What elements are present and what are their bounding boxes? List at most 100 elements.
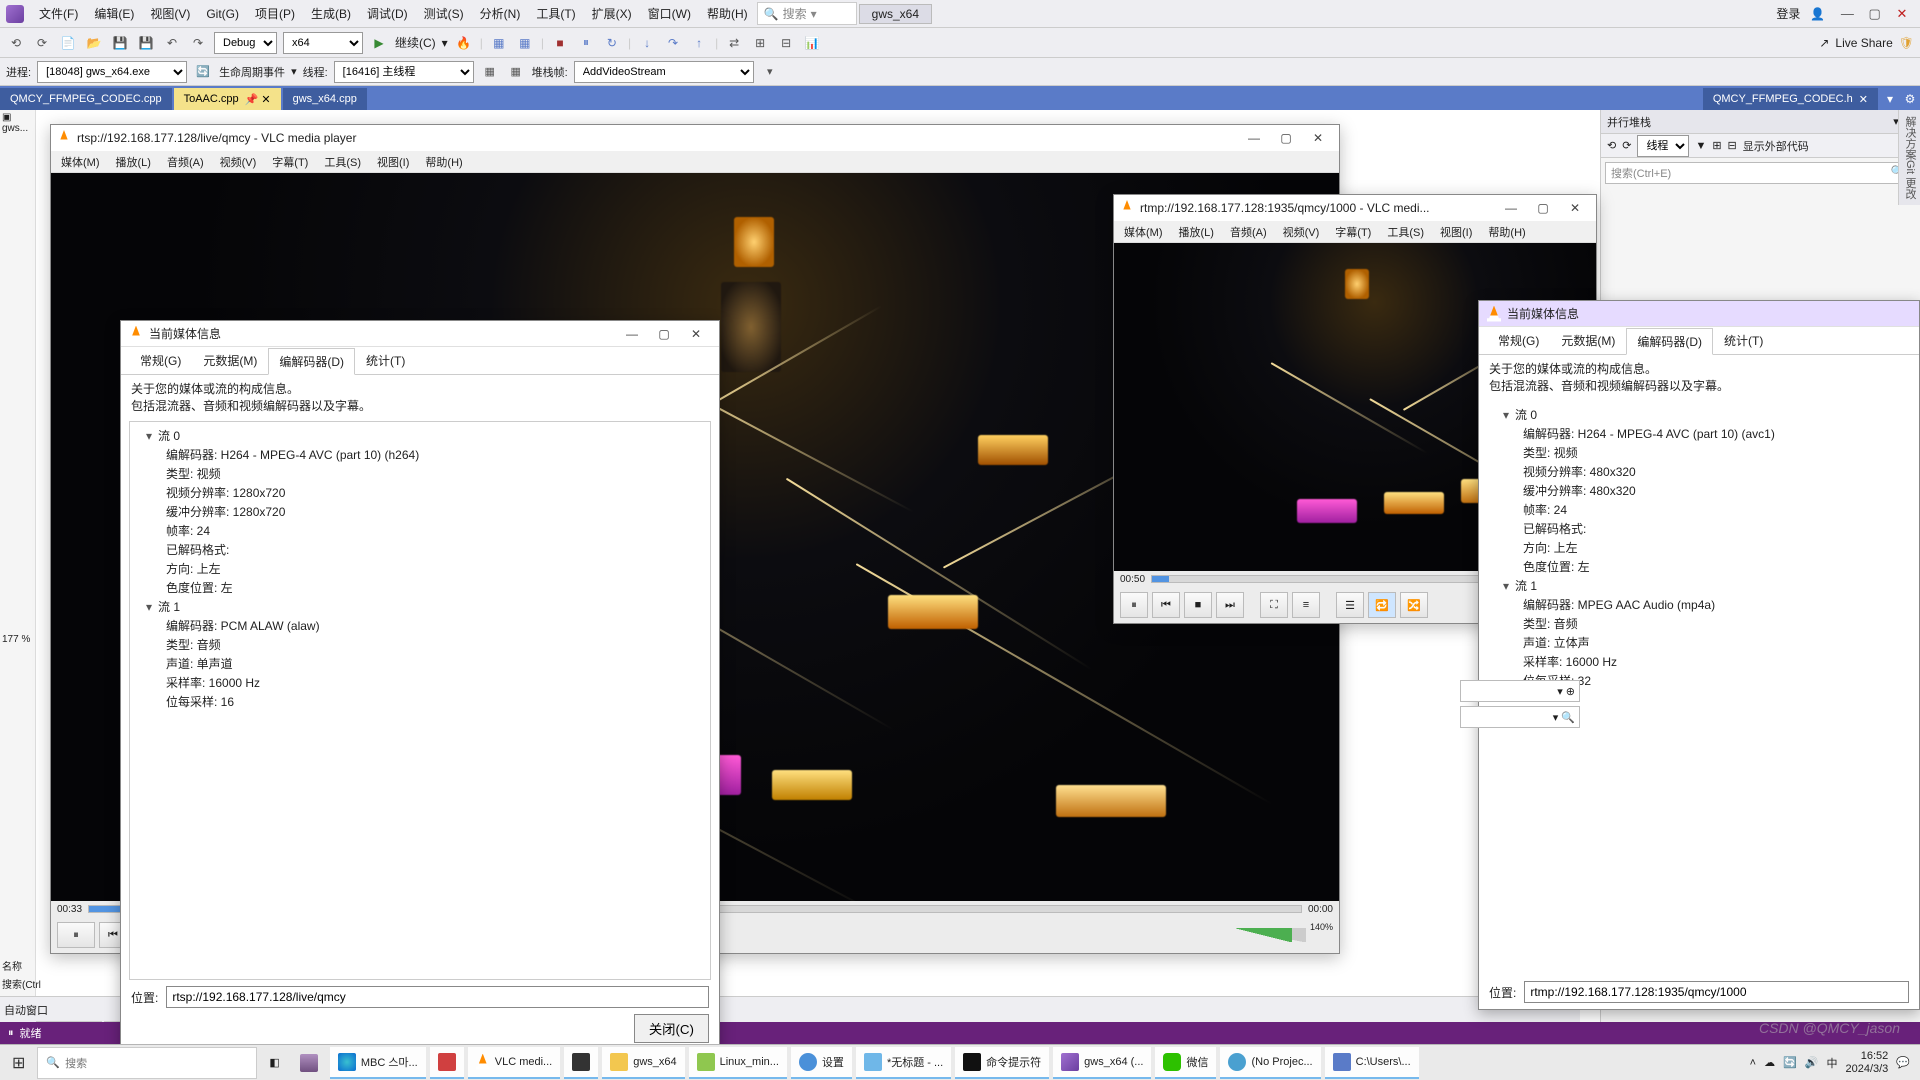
vlc-menu-playback[interactable]: 播放(L) [110, 152, 157, 172]
tab-codec-h[interactable]: QMCY_FFMPEG_CODEC.h✕ [1703, 88, 1878, 110]
dropdown-2[interactable]: ▾ 🔍 [1460, 706, 1580, 728]
tab-general[interactable]: 常规(G) [129, 347, 192, 374]
pause-button[interactable]: ⏸ [1120, 592, 1148, 618]
tray-ime-icon[interactable]: 中 [1826, 1055, 1837, 1071]
tb2-icon-3[interactable]: ▾ [760, 62, 780, 82]
task-view-button[interactable]: ◧ [261, 1047, 287, 1079]
save-all-icon[interactable]: 💾 [136, 33, 156, 53]
locals-search[interactable]: 搜索(Ctrl [0, 974, 46, 996]
tb-notepad[interactable]: *无标题 - ... [856, 1047, 951, 1079]
taskbar-search[interactable]: 🔍搜索 [37, 1047, 257, 1079]
nav-back-icon[interactable]: ⟲ [6, 33, 26, 53]
login-link[interactable]: 登录 [1776, 5, 1800, 22]
lifecycle-icon[interactable]: 🔄 [193, 62, 213, 82]
tray-notifications-icon[interactable]: 💬 [1896, 1056, 1910, 1069]
maximize-button[interactable]: ▢ [1271, 131, 1301, 145]
restart-button[interactable]: ↻ [602, 33, 622, 53]
tb-notepadpp[interactable]: Linux_min... [689, 1047, 787, 1079]
ext-settings-button[interactable]: ≡ [1292, 592, 1320, 618]
rp-mode-select[interactable]: 线程 [1637, 135, 1689, 157]
live-share[interactable]: Live Share [1835, 36, 1892, 50]
vlc-menu-video[interactable]: 视频(V) [1277, 222, 1326, 242]
rp-search[interactable]: 搜索(Ctrl+E)🔍▾ [1605, 162, 1916, 184]
vlc-menu-tools[interactable]: 工具(S) [1381, 222, 1430, 242]
continue-label[interactable]: 继续(C) [395, 34, 436, 51]
menu-file[interactable]: 文件(F) [32, 2, 85, 25]
tab-metadata[interactable]: 元数据(M) [192, 347, 268, 374]
tb-settings[interactable]: 设置 [791, 1047, 852, 1079]
volume-slider[interactable] [1236, 928, 1306, 942]
pause-button[interactable]: ⏸ [57, 922, 95, 948]
vs-search[interactable]: 🔍搜索▾ [757, 2, 857, 25]
dlg1-codec-tree[interactable]: ▾流 0 编解码器: H264 - MPEG-4 AVC (part 10) (… [129, 421, 711, 980]
rp-icon-1[interactable]: ⟲ [1607, 139, 1616, 152]
tab-settings-icon[interactable]: ⚙ [1900, 89, 1920, 109]
menu-project[interactable]: 项目(P) [248, 2, 302, 25]
tray-sync-icon[interactable]: 🔄 [1783, 1056, 1797, 1069]
shuffle-button[interactable]: 🔀 [1400, 592, 1428, 618]
tb-cmd[interactable]: 命令提示符 [955, 1047, 1049, 1079]
autos-tab[interactable]: 自动窗口 [4, 1002, 48, 1018]
rp-show-external[interactable]: 显示外部代码 [1743, 138, 1809, 154]
tray-onedrive-icon[interactable]: ☁ [1764, 1056, 1775, 1069]
config-select[interactable]: Debug [214, 32, 277, 54]
minimize-button[interactable]: — [617, 327, 647, 341]
menu-ext[interactable]: 扩展(X) [585, 2, 639, 25]
tab-codec-cpp[interactable]: QMCY_FFMPEG_CODEC.cpp [0, 88, 172, 110]
menu-test[interactable]: 测试(S) [417, 2, 471, 25]
vlc-menu-view[interactable]: 视图(I) [371, 152, 415, 172]
dlg1-titlebar[interactable]: 当前媒体信息 —▢✕ [121, 321, 719, 347]
tab-gws[interactable]: gws_x64.cpp [283, 88, 367, 110]
start-button[interactable]: ⊞ [4, 1047, 33, 1079]
tb-misc-2[interactable]: ⊞ [750, 33, 770, 53]
system-tray[interactable]: ˄ ☁ 🔄 🔊 中 16:52 2024/3/3 💬 [1750, 1050, 1916, 1074]
tb-wechat[interactable]: 微信 [1155, 1047, 1216, 1079]
tb-edge[interactable]: MBC 스마... [330, 1047, 426, 1079]
tab-stats[interactable]: 统计(T) [355, 347, 416, 374]
stop-button[interactable]: ■ [1184, 592, 1212, 618]
vlc-menu-audio[interactable]: 音频(A) [1224, 222, 1273, 242]
stack-select[interactable]: AddVideoStream [574, 61, 754, 83]
thread-select[interactable]: [16416] 主线程 [334, 61, 474, 83]
vlc2-titlebar[interactable]: rtmp://192.168.177.128:1935/qmcy/1000 - … [1114, 195, 1596, 221]
tb-misc-1[interactable]: ⇄ [724, 33, 744, 53]
close-button[interactable]: ✕ [681, 327, 711, 341]
nav-fwd-icon[interactable]: ⟳ [32, 33, 52, 53]
step-out-icon[interactable]: ↑ [689, 33, 709, 53]
tb-vlc[interactable]: VLC medi... [468, 1047, 560, 1079]
menu-build[interactable]: 生成(B) [304, 2, 358, 25]
tb-vs[interactable]: gws_x64 (... [1053, 1047, 1151, 1079]
vlc-menu-media[interactable]: 媒体(M) [1118, 222, 1169, 242]
tb-system[interactable] [564, 1047, 598, 1079]
location-input[interactable] [166, 986, 709, 1008]
vlc-menu-video[interactable]: 视频(V) [214, 152, 263, 172]
dlg2-titlebar[interactable]: 当前媒体信息 [1479, 301, 1919, 327]
playlist-button[interactable]: ☰ [1336, 592, 1364, 618]
close-button[interactable]: ✕ [1303, 131, 1333, 145]
menu-tools[interactable]: 工具(T) [529, 2, 582, 25]
vlc-menu-playback[interactable]: 播放(L) [1173, 222, 1220, 242]
vlc1-titlebar[interactable]: rtsp://192.168.177.128/live/qmcy - VLC m… [51, 125, 1339, 151]
maximize-button[interactable]: ▢ [649, 327, 679, 341]
rp-icon-4[interactable]: ⊞ [1712, 139, 1721, 152]
tb-snip[interactable] [430, 1047, 464, 1079]
step-into-icon[interactable]: ↓ [637, 33, 657, 53]
vlc-menu-help[interactable]: 帮助(H) [1482, 222, 1531, 242]
vlc-menu-tools[interactable]: 工具(S) [318, 152, 367, 172]
menu-debug[interactable]: 调试(D) [360, 2, 415, 25]
new-file-icon[interactable]: 📄 [58, 33, 78, 53]
minimize-button[interactable]: — [1835, 6, 1859, 21]
menu-edit[interactable]: 编辑(E) [87, 2, 141, 25]
tab-overflow-icon[interactable]: ▾ [1880, 89, 1900, 109]
open-icon[interactable]: 📂 [84, 33, 104, 53]
continue-button[interactable]: ▶ [369, 33, 389, 53]
close-button[interactable]: 关闭(C) [634, 1014, 709, 1043]
tray-chevron-icon[interactable]: ˄ [1750, 1057, 1756, 1069]
tb-misc-3[interactable]: ⊟ [776, 33, 796, 53]
vlc-menu-help[interactable]: 帮助(H) [419, 152, 468, 172]
menu-window[interactable]: 窗口(W) [641, 2, 698, 25]
tb-misc-4[interactable]: 📊 [802, 33, 822, 53]
platform-select[interactable]: x64 [283, 32, 363, 54]
tb2-icon-2[interactable]: ▦ [506, 62, 526, 82]
tb-icon-1[interactable]: ▦ [489, 33, 509, 53]
